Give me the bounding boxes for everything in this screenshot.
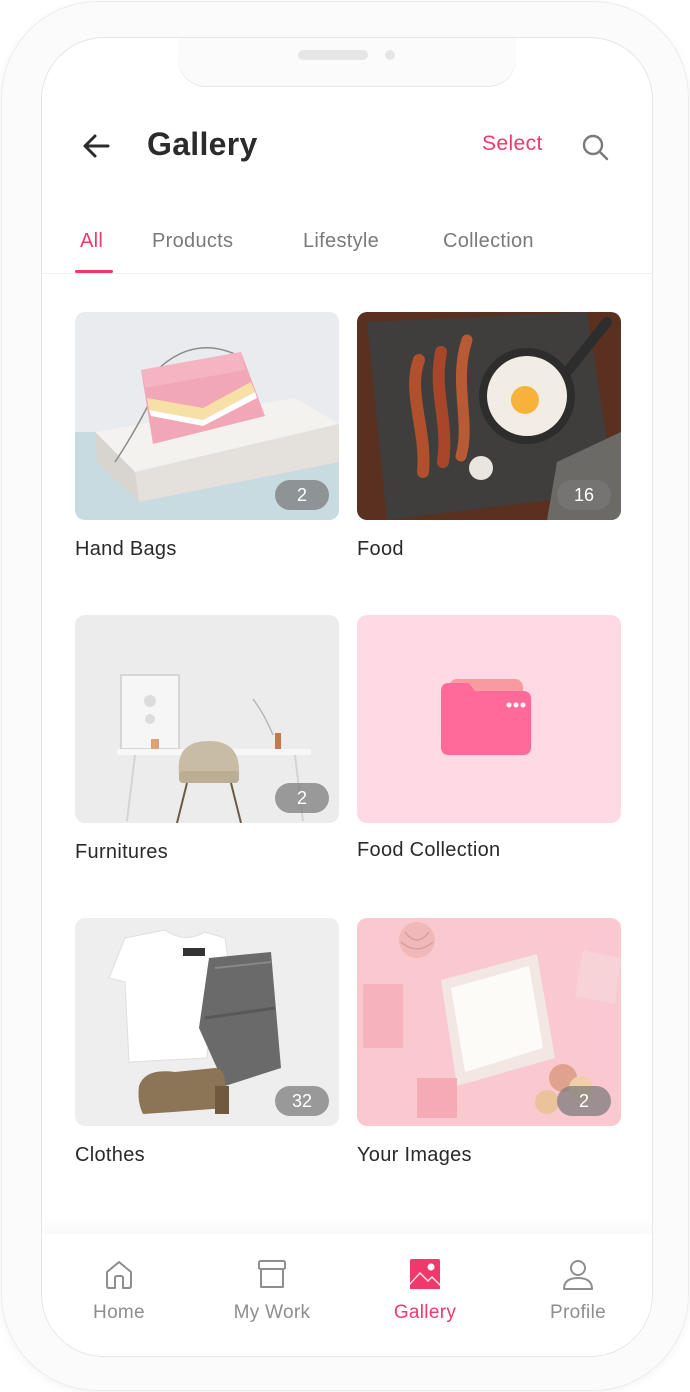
nav-label-my-work: My Work [233,1302,311,1323]
select-button[interactable]: Select [482,132,543,156]
album-title: Furnitures [75,841,169,863]
album-title: Hand Bags [75,538,177,560]
active-tab-indicator [75,270,113,273]
album-thumbnail [357,615,621,823]
photo-count-badge: 16 [557,480,611,510]
album-thumbnail: 2 [357,918,621,1126]
photo-count-badge: 2 [275,783,329,813]
phone-frame: Gallery Select All Products Lifestyle Co… [2,2,688,1390]
tab-products[interactable]: Products [152,230,233,253]
arrow-left-icon [83,134,110,158]
photo-count-badge: 2 [275,480,329,510]
nav-item-my-work[interactable]: My Work [212,1256,332,1324]
nav-label-home: Home [93,1302,145,1323]
nav-item-home[interactable]: Home [59,1256,179,1324]
photo-count-badge: 32 [275,1086,329,1116]
folder-icon [441,679,531,755]
album-title: Food [357,538,404,560]
bottom-navigation: Home My Work Gallery Profile [42,1234,652,1356]
search-icon [582,134,609,161]
album-thumbnail: 16 [357,312,621,520]
album-title: Clothes [75,1144,145,1166]
device-notch [178,38,516,86]
image-icon [410,1259,440,1289]
user-icon [563,1260,593,1290]
tab-collection[interactable]: Collection [443,230,534,253]
album-card-your-images[interactable]: 2 Your Images [357,918,621,1167]
category-tabs: All Products Lifestyle Collection [42,216,652,274]
album-card-food[interactable]: 16 Food [357,312,621,561]
album-thumbnail: 32 [75,918,339,1126]
album-card-hand-bags[interactable]: 2 Hand Bags [75,312,339,561]
tab-all[interactable]: All [80,230,103,253]
nav-label-gallery: Gallery [393,1302,457,1323]
archive-icon [258,1260,286,1288]
home-icon [106,1261,132,1289]
search-button[interactable] [580,132,612,164]
album-title: Food Collection [357,839,501,861]
photo-count-badge: 2 [557,1086,611,1116]
album-card-clothes[interactable]: 32 Clothes [75,918,339,1167]
album-thumbnail: 2 [75,615,339,823]
app-screen: Gallery Select All Products Lifestyle Co… [42,38,652,1356]
nav-item-gallery[interactable]: Gallery [365,1256,485,1324]
folder-placeholder [357,615,621,823]
album-card-food-collection[interactable]: Food Collection [357,615,621,862]
album-card-furnitures[interactable]: 2 Furnitures [75,615,339,864]
album-title: Your Images [357,1144,472,1166]
page-title: Gallery [147,126,258,162]
tab-lifestyle[interactable]: Lifestyle [303,230,379,253]
nav-item-profile[interactable]: Profile [518,1256,638,1324]
back-button[interactable] [78,130,118,162]
app-header: Gallery Select [42,118,652,174]
album-thumbnail: 2 [75,312,339,520]
nav-label-profile: Profile [550,1302,606,1323]
front-camera [385,50,395,60]
speaker-grille [298,50,368,60]
